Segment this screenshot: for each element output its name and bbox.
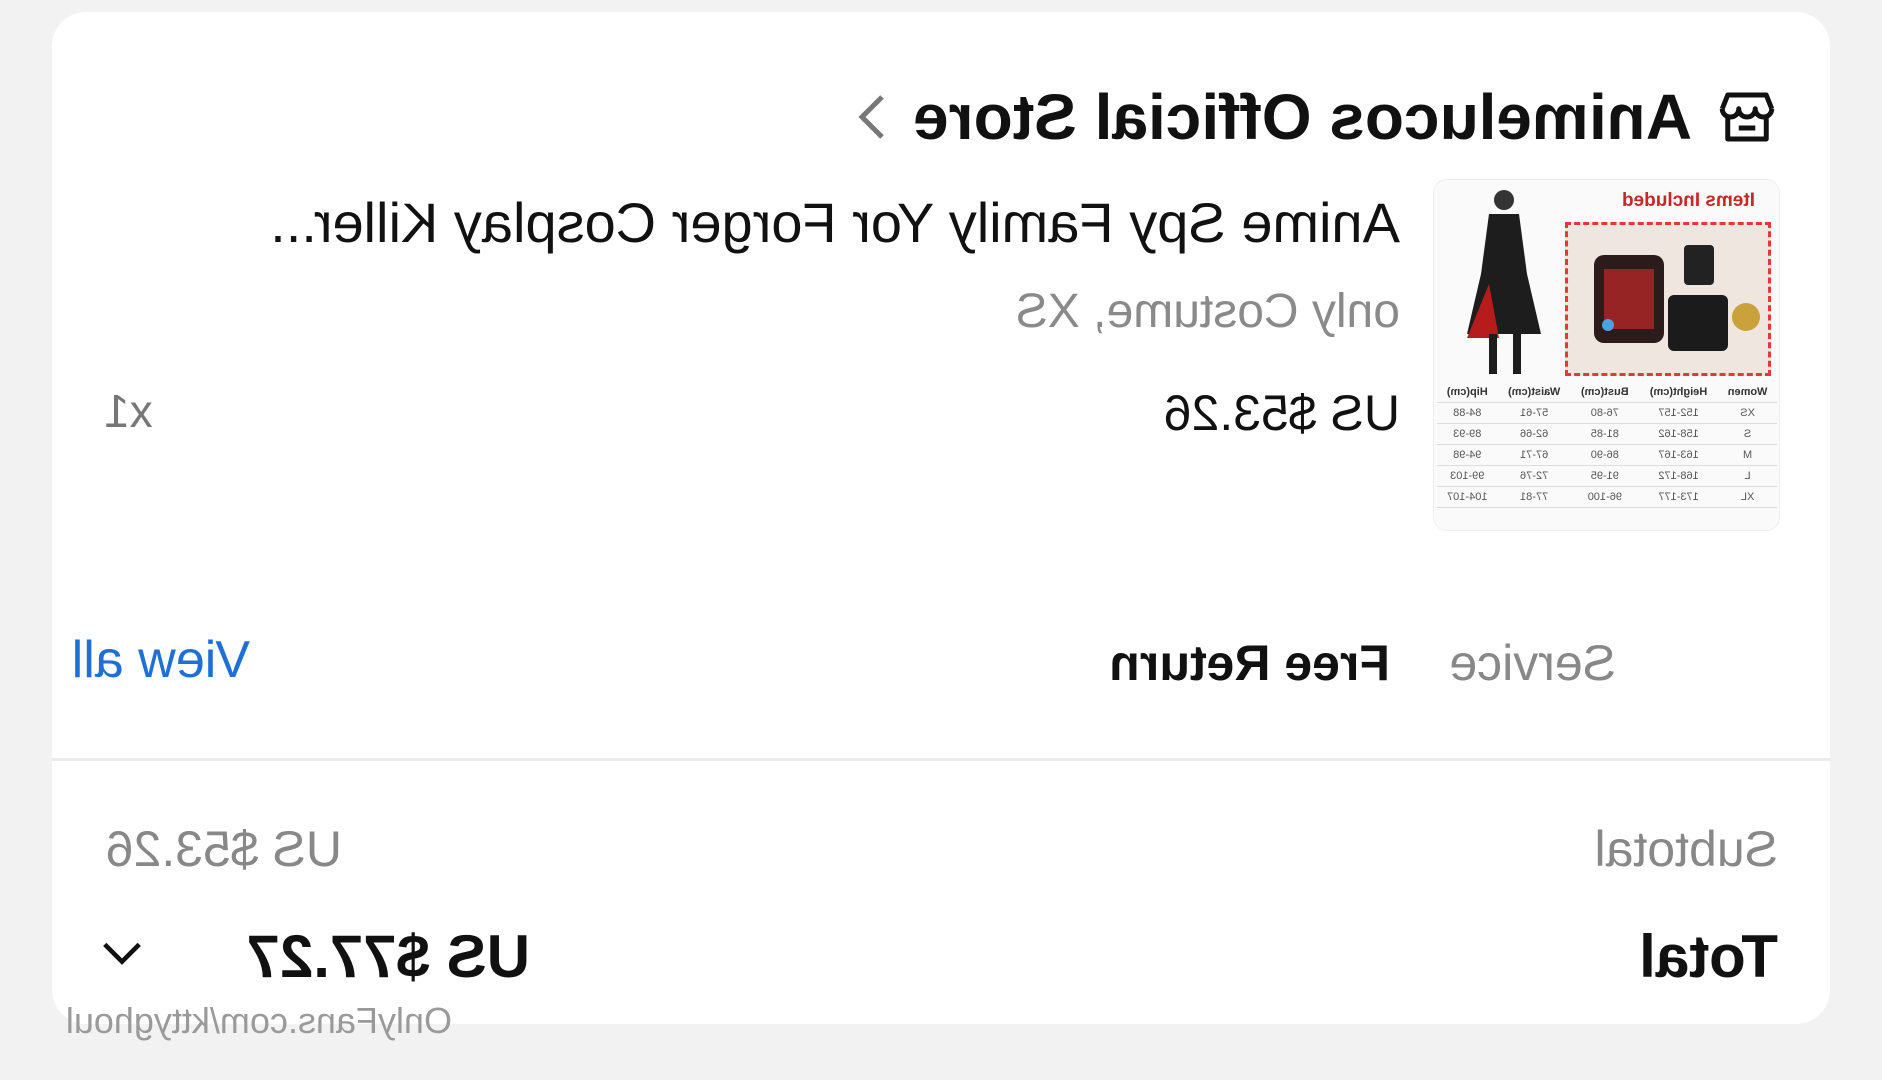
size-chart: Women Height(cm) Bust(cm) Waist(cm) Hip(…	[1437, 382, 1777, 508]
size-chart-row: M 163-167 86-90 67-71 94-98	[1437, 444, 1777, 466]
size-chart-header-row: Women Height(cm) Bust(cm) Waist(cm) Hip(…	[1437, 382, 1777, 403]
order-card: Animelucos Official Store Items Included	[52, 12, 1830, 1024]
total-label: Total	[1639, 923, 1778, 990]
chevron-down-icon[interactable]	[99, 934, 145, 974]
divider	[52, 758, 1830, 761]
size-chart-cell: 84-88	[1437, 402, 1498, 424]
store-icon	[1719, 92, 1775, 142]
size-chart-cell: 72-76	[1497, 465, 1571, 487]
subtotal-value: US $53.26	[105, 821, 342, 877]
costume-figure-icon	[1467, 190, 1541, 374]
size-chart-cell: 104-107	[1437, 486, 1498, 508]
size-chart-cell: 91-95	[1570, 465, 1639, 487]
size-chart-cell: 81-85	[1570, 423, 1639, 445]
size-chart-cell: XS	[1718, 402, 1777, 424]
chevron-right-icon[interactable]	[857, 92, 887, 142]
size-chart-cell: 96-100	[1570, 486, 1639, 508]
service-label: Service	[1449, 635, 1616, 691]
store-name[interactable]: Animelucos Official Store	[913, 80, 1692, 154]
size-chart-cell: 168-172	[1638, 465, 1719, 487]
items-included-label: Items Included	[1621, 190, 1755, 211]
service-value: Free Return	[1109, 635, 1390, 691]
size-chart-cell: 99-103	[1437, 465, 1498, 487]
included-items-image	[1565, 222, 1771, 376]
watermark-text: OnlyFans.com/kttyghoul	[65, 1000, 452, 1041]
size-chart-cell: M	[1718, 444, 1777, 466]
size-chart-cell: XL	[1718, 486, 1777, 508]
costume-parts-icon	[1594, 245, 1760, 351]
size-chart-cell: S	[1718, 423, 1777, 445]
size-chart-cell: 57-61	[1497, 402, 1571, 424]
mirrored-view: Animelucos Official Store Items Included	[0, 0, 1882, 1080]
size-chart-cell: 173-177	[1638, 486, 1719, 508]
size-chart-cell: 86-90	[1570, 444, 1639, 466]
product-variant[interactable]: only Costume, XS	[1016, 284, 1400, 339]
size-chart-row: S 158-162 81-85 62-66 89-93	[1437, 423, 1777, 445]
view-all-link[interactable]: View all	[72, 630, 250, 690]
size-chart-cell: 152-157	[1638, 402, 1719, 424]
subtotal-label: Subtotal	[1594, 821, 1778, 877]
size-chart-cell: 163-167	[1638, 444, 1719, 466]
size-chart-cell: 62-66	[1497, 423, 1571, 445]
size-chart-cell: 77-81	[1497, 486, 1571, 508]
size-chart-cell: 67-71	[1497, 444, 1571, 466]
size-chart-row: L 168-172 91-95 72-76 99-103	[1437, 465, 1777, 487]
size-chart-row: XS 152-157 76-80 57-61 84-88	[1437, 402, 1777, 424]
product-title[interactable]: Anime Spy Family Yor Forger Cosplay Kill…	[130, 190, 1400, 255]
size-chart-cell: Women	[1718, 382, 1777, 403]
total-value[interactable]: US $77.27	[246, 922, 530, 991]
size-chart-cell: 94-98	[1437, 444, 1498, 466]
size-chart-cell: Bust(cm)	[1570, 382, 1639, 403]
size-chart-cell: 76-80	[1570, 402, 1639, 424]
product-price: US $53.26	[1163, 385, 1400, 441]
size-chart-cell: Hip(cm)	[1437, 382, 1498, 403]
product-quantity: x1	[104, 385, 153, 437]
size-chart-row: XL 173-177 96-100 77-81 104-107	[1437, 486, 1777, 508]
store-header[interactable]: Animelucos Official Store	[857, 67, 1780, 167]
size-chart-cell: Height(cm)	[1638, 382, 1719, 403]
page: Animelucos Official Store Items Included	[0, 0, 1882, 1080]
product-thumbnail[interactable]: Items Included Women Height(cm) Bust(cm)…	[1433, 179, 1780, 531]
size-chart-cell: L	[1718, 465, 1777, 487]
size-chart-cell: Waist(cm)	[1497, 382, 1571, 403]
size-chart-cell: 89-93	[1437, 423, 1498, 445]
size-chart-cell: 158-162	[1638, 423, 1719, 445]
